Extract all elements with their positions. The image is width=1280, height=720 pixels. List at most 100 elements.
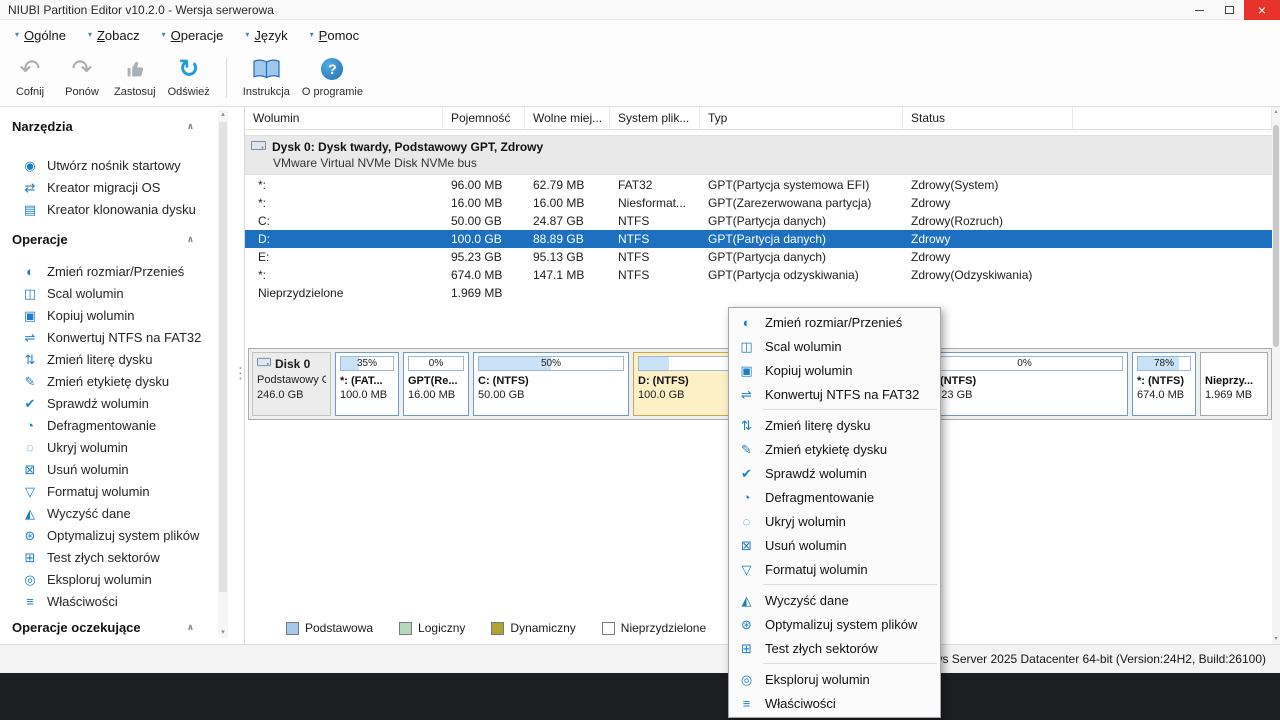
merge-volume-icon: ◫ — [738, 340, 755, 353]
ctx-defragment[interactable]: ◔Defragmentowanie — [729, 485, 940, 509]
section-header-tools[interactable]: Narzędzia ∧ — [0, 113, 232, 139]
ctx-merge-volume[interactable]: ◫Scal wolumin — [729, 334, 940, 358]
section-header-pending-operations[interactable]: Operacje oczekujące ∧ — [0, 614, 232, 640]
ctx-change-drive-letter[interactable]: ⇅Zmień literę dysku — [729, 413, 940, 437]
sidebar-item-change-label[interactable]: ✎Zmień etykietę dysku — [0, 370, 232, 392]
sidebar-scrollbar[interactable]: ▴ ▾ — [218, 110, 228, 638]
table-row-unallocated[interactable]: Nieprzydzielone 1.969 MB — [245, 284, 1272, 302]
ctx-convert-ntfs-fat32[interactable]: ⇌Konwertuj NTFS na FAT32 — [729, 382, 940, 406]
scroll-up-icon[interactable]: ▴ — [218, 110, 228, 120]
sidebar-item-create-bootable-media[interactable]: ◉Utwórz nośnik startowy — [0, 154, 232, 176]
menu-help[interactable]: ▾Pomoc — [299, 20, 370, 50]
usage-bar: 50% — [478, 356, 624, 371]
table-row-recovery[interactable]: *: 674.0 MB 147.1 MB NTFS GPT(Partycja o… — [245, 266, 1272, 284]
manual-button[interactable]: Instrukcja — [237, 50, 296, 106]
main-scrollbar-thumb[interactable] — [1273, 125, 1279, 347]
sidebar-item-disk-clone-wizard[interactable]: ▤Kreator klonowania dysku — [0, 198, 232, 220]
ctx-explore-volume[interactable]: ◎Eksploruj wolumin — [729, 667, 940, 691]
apply-button[interactable]: Zastosuj — [108, 50, 162, 106]
partition-block-e[interactable]: 0% E: (NTFS) 95.23 GB — [921, 352, 1128, 416]
ctx-wipe-data[interactable]: ◭Wyczyść dane — [729, 588, 940, 612]
ctx-bad-sector-test[interactable]: ⊞Test złych sektorów — [729, 636, 940, 660]
disk-info-block[interactable]: Disk 0 Podstawowy GPT 246.0 GB — [252, 352, 331, 416]
table-row-c-drive[interactable]: C: 50.00 GB 24.87 GB NTFS GPT(Partycja d… — [245, 212, 1272, 230]
menu-operations[interactable]: ▾Operacje — [151, 20, 235, 50]
scroll-down-icon[interactable]: ▾ — [1272, 634, 1280, 644]
convert-icon: ⇌ — [738, 388, 755, 401]
defragment-icon: ◔ — [738, 491, 755, 504]
about-button[interactable]: ? O programie — [296, 50, 369, 106]
partition-block-reserved[interactable]: 0% GPT(Re... 16.00 MB — [403, 352, 469, 416]
sidebar-item-format-volume[interactable]: ▽Formatuj wolumin — [0, 480, 232, 502]
sidebar-item-merge-volume[interactable]: ◫Scal wolumin — [0, 282, 232, 304]
ctx-properties[interactable]: ≡Właściwości — [729, 691, 940, 715]
book-icon — [253, 54, 280, 84]
sidebar: Narzędzia ∧ ◉Utwórz nośnik startowy ⇄Kre… — [0, 107, 232, 644]
main-scrollbar[interactable]: ▴ ▾ — [1272, 107, 1280, 644]
table-row-e-drive[interactable]: E: 95.23 GB 95.13 GB NTFS GPT(Partycja d… — [245, 248, 1272, 266]
menu-view[interactable]: ▾Zobacz — [77, 20, 151, 50]
optimize-icon: ⊛ — [738, 618, 755, 631]
close-button[interactable]: × — [1244, 0, 1280, 20]
sidebar-item-change-drive-letter[interactable]: ⇅Zmień literę dysku — [0, 348, 232, 370]
ctx-resize-move[interactable]: ◐Zmień rozmiar/Przenieś — [729, 310, 940, 334]
column-header-status[interactable]: Status — [903, 107, 1073, 129]
ctx-format-volume[interactable]: ▽Formatuj wolumin — [729, 557, 940, 581]
partition-block-efi[interactable]: 35% *: (FAT... 100.0 MB — [335, 352, 399, 416]
ctx-hide-volume[interactable]: ◌Ukryj wolumin — [729, 509, 940, 533]
maximize-button[interactable] — [1214, 0, 1244, 20]
table-row-d-drive-selected[interactable]: D: 100.0 GB 88.89 GB NTFS GPT(Partycja d… — [245, 230, 1272, 248]
sidebar-item-check-volume[interactable]: ✔Sprawdź wolumin — [0, 392, 232, 414]
sidebar-item-wipe-data[interactable]: ◭Wyczyść dane — [0, 502, 232, 524]
sidebar-item-optimize-filesystem[interactable]: ⊛Optymalizuj system plików — [0, 524, 232, 546]
redo-button[interactable]: ↷ Ponów — [56, 50, 108, 106]
column-header-volume[interactable]: Wolumin — [245, 107, 443, 129]
drive-letter-icon: ⇅ — [22, 353, 38, 366]
section-header-operations[interactable]: Operacje ∧ — [0, 226, 232, 252]
column-header-free-space[interactable]: Wolne miej... — [525, 107, 610, 129]
ctx-delete-volume[interactable]: ⊠Usuń wolumin — [729, 533, 940, 557]
sidebar-item-convert-ntfs-fat32[interactable]: ⇌Konwertuj NTFS na FAT32 — [0, 326, 232, 348]
hide-volume-icon: ◌ — [22, 441, 38, 454]
sidebar-item-hide-volume[interactable]: ◌Ukryj wolumin — [0, 436, 232, 458]
hide-volume-icon: ◌ — [738, 515, 755, 528]
column-header-filesystem[interactable]: System plik... — [610, 107, 700, 129]
partition-block-recovery[interactable]: 78% *: (NTFS) 674.0 MB — [1132, 352, 1196, 416]
ctx-check-volume[interactable]: ✔Sprawdź wolumin — [729, 461, 940, 485]
partition-block-c[interactable]: 50% C: (NTFS) 50.00 GB — [473, 352, 629, 416]
sidebar-item-properties[interactable]: ≡Właściwości — [0, 590, 232, 612]
undo-button[interactable]: ↶ Cofnij — [4, 50, 56, 106]
volume-rows: *: 96.00 MB 62.79 MB FAT32 GPT(Partycja … — [245, 176, 1272, 302]
volume-context-menu: ◐Zmień rozmiar/Przenieś ◫Scal wolumin ▣K… — [728, 307, 941, 718]
sidebar-item-bad-sector-test[interactable]: ⊞Test złych sektorów — [0, 546, 232, 568]
table-row-efi[interactable]: *: 96.00 MB 62.79 MB FAT32 GPT(Partycja … — [245, 176, 1272, 194]
disk-clone-icon: ▤ — [22, 203, 38, 216]
sidebar-scrollbar-thumb[interactable] — [219, 122, 227, 592]
sidebar-item-explore-volume[interactable]: ◎Eksploruj wolumin — [0, 568, 232, 590]
refresh-button[interactable]: ↻ Odśwież — [162, 50, 216, 106]
table-row-reserved[interactable]: *: 16.00 MB 16.00 MB Niesformat... GPT(Z… — [245, 194, 1272, 212]
ctx-copy-volume[interactable]: ▣Kopiuj wolumin — [729, 358, 940, 382]
sidebar-item-defragment[interactable]: ◔Defragmentowanie — [0, 414, 232, 436]
menu-general[interactable]: ▾Ogólne — [4, 20, 77, 50]
minimize-button[interactable] — [1184, 0, 1214, 20]
disk-group-header[interactable]: Dysk 0: Dysk twardy, Podstawowy GPT, Zdr… — [245, 135, 1272, 175]
menu-language[interactable]: ▾Język — [234, 20, 298, 50]
column-header-capacity[interactable]: Pojemność — [443, 107, 525, 129]
optimize-icon: ⊛ — [22, 529, 38, 542]
sidebar-item-copy-volume[interactable]: ▣Kopiuj wolumin — [0, 304, 232, 326]
column-header-type[interactable]: Typ — [700, 107, 903, 129]
sidebar-item-delete-volume[interactable]: ⊠Usuń wolumin — [0, 458, 232, 480]
sidebar-item-resize-move[interactable]: ◐Zmień rozmiar/Przenieś — [0, 260, 232, 282]
scroll-down-icon[interactable]: ▾ — [218, 628, 228, 638]
sidebar-splitter-handle[interactable]: ⋮ — [233, 360, 243, 390]
chevron-up-icon: ∧ — [187, 234, 194, 245]
legend-item-dynamic: Dynamiczny — [491, 621, 575, 635]
scroll-up-icon[interactable]: ▴ — [1272, 107, 1280, 117]
ctx-optimize-filesystem[interactable]: ⊛Optymalizuj system plików — [729, 612, 940, 636]
chevron-down-icon: ▾ — [310, 31, 314, 39]
ctx-change-label[interactable]: ✎Zmień etykietę dysku — [729, 437, 940, 461]
legend-swatch — [602, 622, 615, 635]
partition-block-unallocated[interactable]: Nieprzy... 1.969 MB — [1200, 352, 1268, 416]
sidebar-item-os-migration-wizard[interactable]: ⇄Kreator migracji OS — [0, 176, 232, 198]
